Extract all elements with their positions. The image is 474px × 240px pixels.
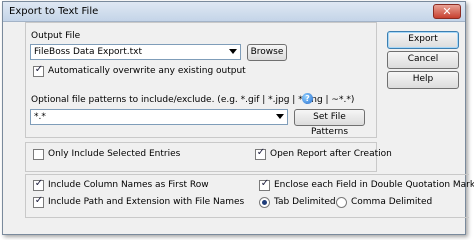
auto-overwrite-label: Automatically overwrite any existing out… xyxy=(48,66,246,76)
comma-delimited-label: Comma Delimited xyxy=(351,197,433,207)
column-names-checkbox[interactable]: ✓ xyxy=(33,178,44,191)
check-icon: ✓ xyxy=(34,178,44,189)
close-button[interactable]: ✕ xyxy=(433,4,461,19)
output-file-label: Output File xyxy=(31,31,81,41)
column-names-label: Include Column Names as First Row xyxy=(48,180,209,190)
patterns-combo[interactable]: *.* xyxy=(30,109,288,125)
check-icon: ✓ xyxy=(256,147,266,158)
check-icon: ✓ xyxy=(34,64,44,75)
open-report-label: Open Report after Creation xyxy=(270,149,392,159)
path-extension-label: Include Path and Extension with File Nam… xyxy=(48,197,245,207)
help-icon[interactable]: ? xyxy=(302,93,313,104)
title-bar[interactable]: Export to Text File ✕ xyxy=(3,2,465,22)
output-file-value: FileBoss Data Export.txt xyxy=(34,47,143,57)
chevron-down-icon[interactable] xyxy=(276,114,284,119)
check-icon: ✓ xyxy=(34,195,44,206)
output-file-combo[interactable]: FileBoss Data Export.txt xyxy=(30,44,241,60)
export-dialog: Export to Text File ✕ Output File FileBo… xyxy=(2,1,474,235)
radio-selected-dot xyxy=(262,200,267,205)
enclose-quotes-checkbox[interactable]: ✓ xyxy=(259,178,270,191)
tab-delimited-label: Tab Delimited xyxy=(274,197,336,207)
export-button[interactable]: Export xyxy=(387,31,459,49)
help-button[interactable]: Help xyxy=(387,71,459,89)
browse-button[interactable]: Browse xyxy=(247,44,287,61)
tab-delimited-radio[interactable] xyxy=(259,197,270,208)
only-selected-checkbox[interactable] xyxy=(33,149,44,160)
dialog-title: Export to Text File xyxy=(9,6,99,17)
enclose-quotes-label: Enclose each Field in Double Quotation M… xyxy=(274,180,474,190)
path-extension-checkbox[interactable]: ✓ xyxy=(33,195,44,208)
help-glyph: ? xyxy=(305,94,310,103)
cancel-button[interactable]: Cancel xyxy=(387,51,459,69)
auto-overwrite-checkbox[interactable]: ✓ xyxy=(33,64,44,77)
only-selected-label: Only Include Selected Entries xyxy=(48,149,181,159)
close-icon: ✕ xyxy=(442,5,452,18)
open-report-checkbox[interactable]: ✓ xyxy=(255,147,266,160)
set-file-patterns-button[interactable]: Set File Patterns xyxy=(294,109,365,137)
check-icon: ✓ xyxy=(260,178,270,189)
comma-delimited-radio[interactable] xyxy=(336,197,347,208)
patterns-value: *.* xyxy=(34,112,46,122)
chevron-down-icon[interactable] xyxy=(229,49,237,54)
